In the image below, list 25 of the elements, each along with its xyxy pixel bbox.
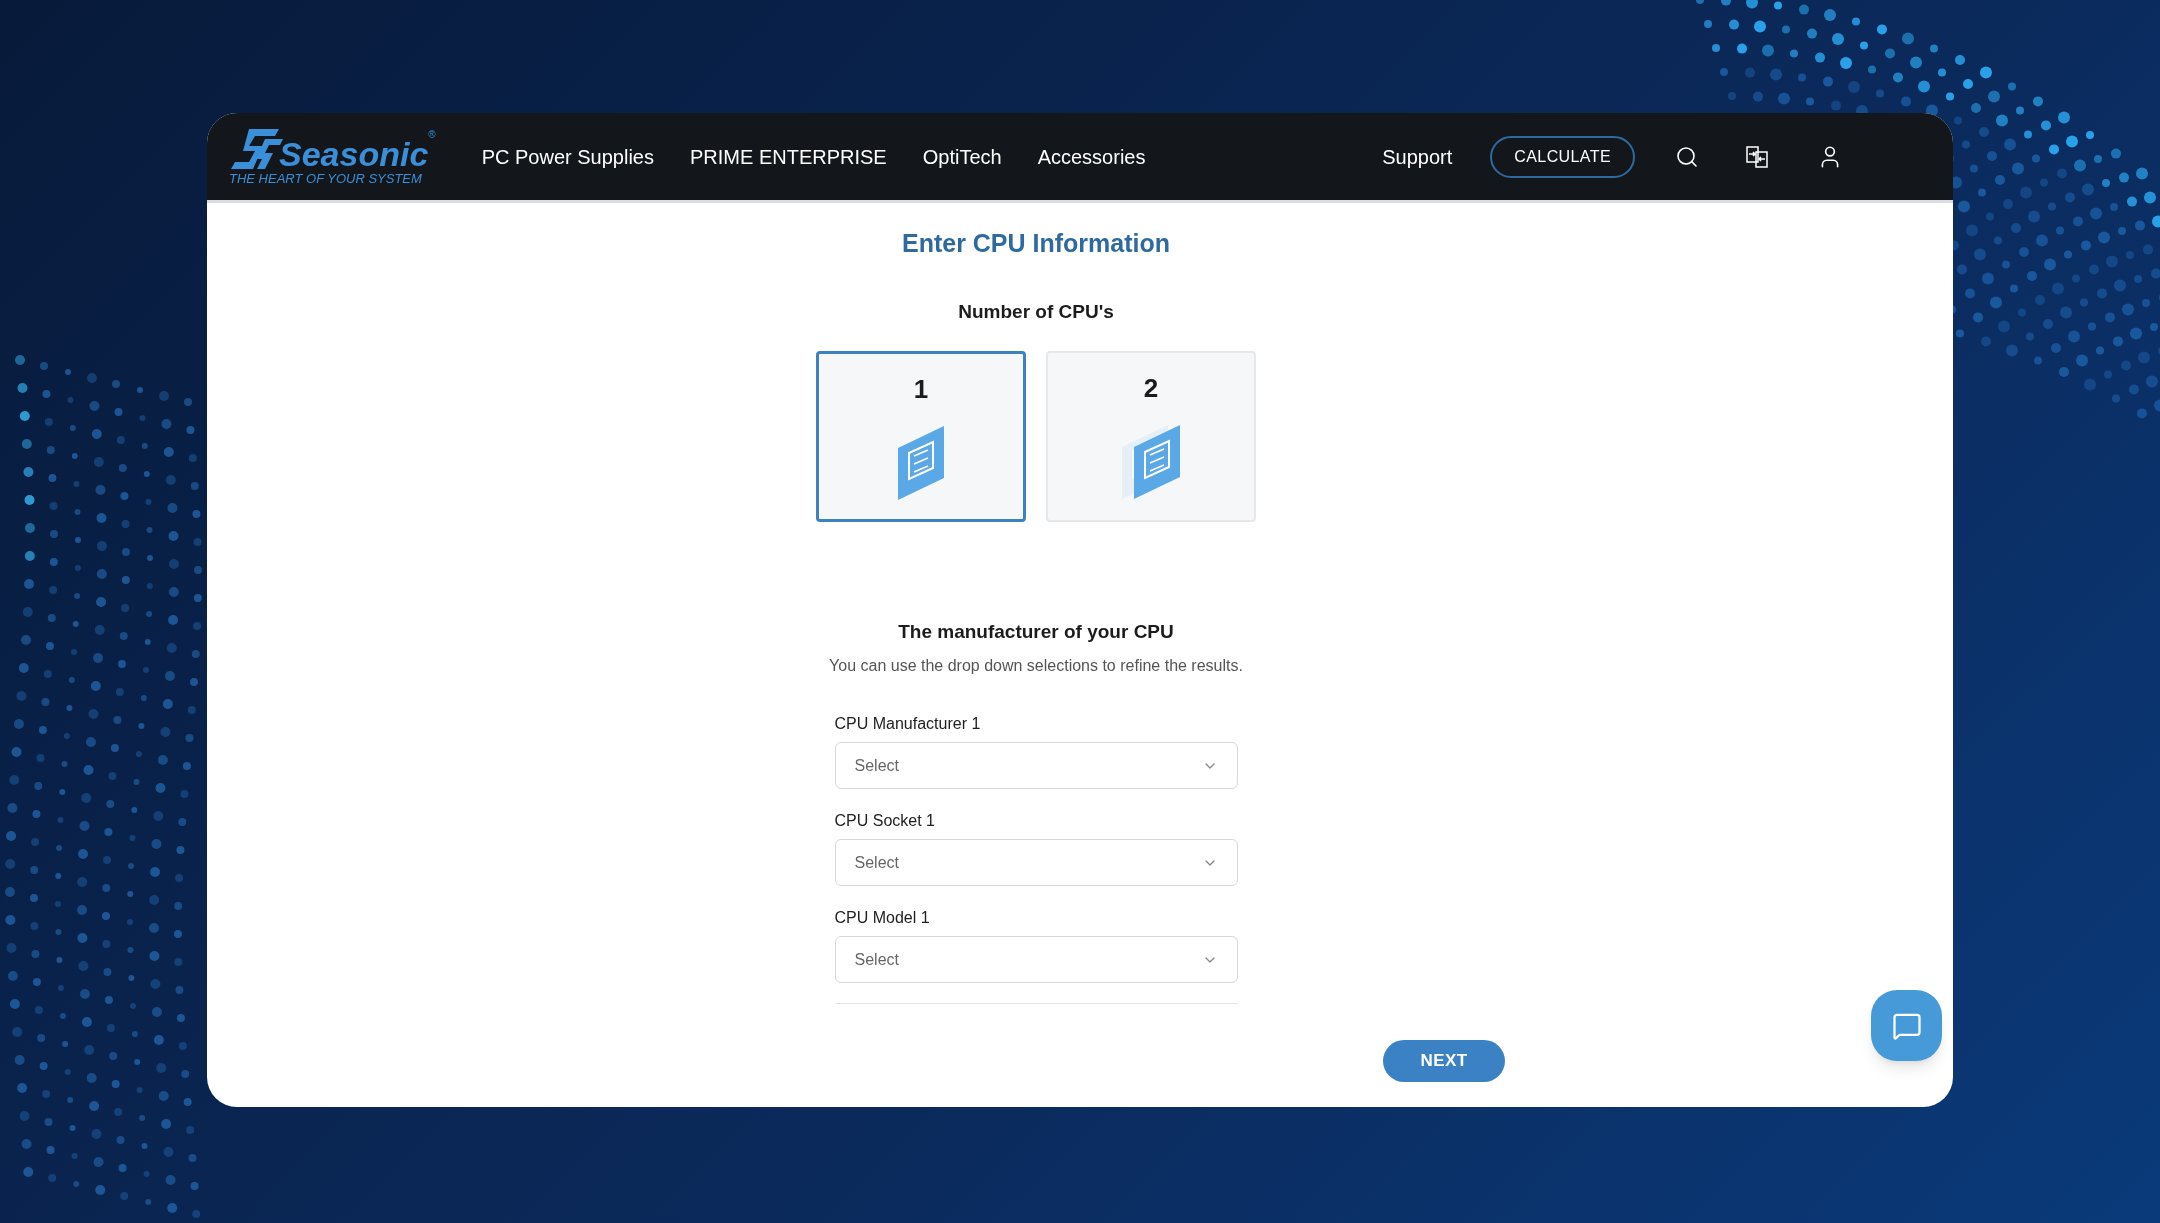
select-dropdown[interactable]: Select	[834, 936, 1238, 983]
search-icon[interactable]	[1675, 144, 1699, 169]
field-label: CPU Manufacturer 1	[834, 714, 982, 734]
select-dropdown[interactable]: Select	[834, 839, 1238, 886]
nav-link[interactable]: PRIME ENTERPRISE	[690, 141, 887, 172]
nav-link[interactable]: OptiTech	[922, 141, 1002, 172]
logo-tagline: THE HEART OF YOUR SYSTEM	[229, 170, 423, 187]
chat-button[interactable]	[1871, 990, 1942, 1061]
field-label: CPU Model 1	[834, 908, 931, 928]
logo-wordmark: Seasonic	[279, 136, 429, 171]
section-heading: Number of CPU's	[958, 300, 1114, 324]
field-label: CPU Socket 1	[834, 811, 936, 831]
section-heading: The manufacturer of your CPU	[898, 619, 1174, 644]
nav-link[interactable]: Accessories	[1037, 141, 1146, 172]
cpu-count-option[interactable]: 1	[816, 350, 1026, 522]
support-link[interactable]: Support	[1382, 141, 1453, 172]
translate-icon[interactable]	[1745, 144, 1769, 169]
select-dropdown[interactable]: Select	[834, 742, 1238, 789]
next-button[interactable]: NEXT	[1383, 1040, 1505, 1082]
calculate-button[interactable]: CALCULATE	[1490, 135, 1635, 178]
cpu-count-option[interactable]: 2	[1046, 350, 1256, 522]
section-hint: You can use the drop down selections to refine the results.	[829, 656, 1243, 676]
page-title: Enter CPU Information	[901, 228, 1171, 258]
nav-link[interactable]: PC Power Supplies	[481, 141, 654, 172]
registered-mark: ®	[428, 127, 436, 142]
